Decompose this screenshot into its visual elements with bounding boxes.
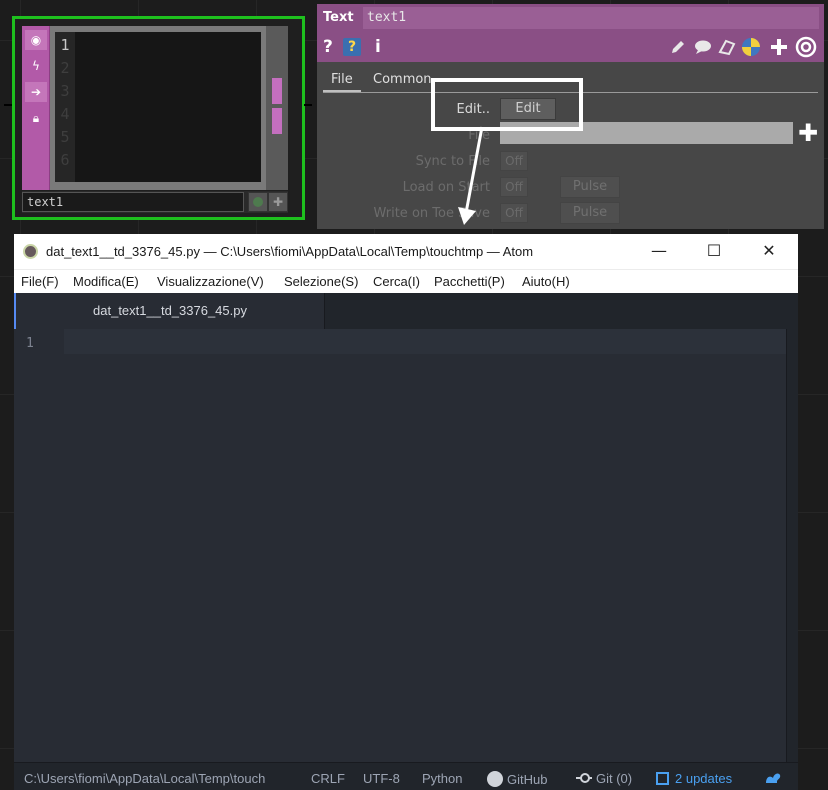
status-git[interactable]: Git (0) xyxy=(576,771,632,786)
window-title: dat_text1__td_3376_45.py — C:\Users\fiom… xyxy=(46,244,534,259)
tab-editor-file[interactable]: dat_text1__td_3376_45.py xyxy=(14,293,325,329)
status-updates[interactable]: 2 updates xyxy=(656,771,732,786)
node-line-number: 3 xyxy=(60,82,70,100)
status-bar: C:\Users\fiomi\AppData\Local\Temp\touch … xyxy=(14,762,798,790)
output-connector[interactable] xyxy=(272,108,282,134)
status-git-label: Git (0) xyxy=(596,771,633,786)
python-help-icon[interactable]: ? xyxy=(343,36,361,58)
status-grammar[interactable]: Python xyxy=(422,771,462,786)
status-dot-icon xyxy=(253,197,263,207)
node-line-number: 1 xyxy=(60,36,70,54)
menu-pacchetti[interactable]: Pacchetti(P) xyxy=(434,274,505,289)
load-pulse-button[interactable]: Pulse xyxy=(560,176,620,198)
node-name-label[interactable]: text1 xyxy=(22,192,244,212)
close-button[interactable]: ✕ xyxy=(754,240,784,262)
python-icon[interactable] xyxy=(741,36,761,58)
input-port[interactable] xyxy=(4,104,12,106)
node-viewer-active-button[interactable] xyxy=(248,192,268,212)
status-updates-label: 2 updates xyxy=(675,771,733,786)
help-icon[interactable]: ? xyxy=(323,36,333,58)
node-body: ◉ ϟ ➔ 🔒︎ 1 2 3 4 5 6 xyxy=(22,26,288,190)
atom-window: dat_text1__td_3376_45.py — C:\Users\fiom… xyxy=(14,234,798,790)
annotation-highlight-box xyxy=(431,78,583,131)
editor-scrollbar[interactable] xyxy=(786,329,798,762)
maximize-button[interactable]: ☐ xyxy=(699,240,729,262)
pencil-icon[interactable] xyxy=(669,36,687,58)
tab-common[interactable]: Common xyxy=(365,68,440,92)
write-pulse-button[interactable]: Pulse xyxy=(560,202,620,224)
node-expand-button[interactable]: ✚ xyxy=(268,192,288,212)
atom-logo-icon xyxy=(23,244,38,259)
editor-tabbar: dat_text1__td_3376_45.py xyxy=(14,293,798,329)
status-file-path[interactable]: C:\Users\fiomi\AppData\Local\Temp\touch xyxy=(24,771,265,786)
sync-to-file-toggle[interactable]: Off xyxy=(500,151,528,171)
node-text-viewer: 1 2 3 4 5 6 xyxy=(55,32,261,182)
lock-flag-icon[interactable]: 🔒︎ xyxy=(25,108,47,128)
status-encoding[interactable]: UTF-8 xyxy=(363,771,400,786)
node-footer: text1 ✚ xyxy=(22,191,288,213)
minimize-button[interactable]: — xyxy=(644,240,674,262)
menu-file[interactable]: File(F) xyxy=(21,274,59,289)
annotation-arrow-icon xyxy=(458,126,484,225)
node-line-gutter: 1 2 3 4 5 6 xyxy=(55,32,75,182)
github-icon xyxy=(487,771,503,787)
text-dat-node[interactable]: ◉ ϟ ➔ 🔒︎ 1 2 3 4 5 6 text1 ✚ xyxy=(12,16,305,220)
menu-cerca[interactable]: Cerca(I) xyxy=(373,274,420,289)
load-on-start-toggle[interactable]: Off xyxy=(500,177,528,197)
node-scrollbar[interactable] xyxy=(266,26,288,190)
plus-icon: ✚ xyxy=(272,195,284,209)
info-icon[interactable]: i xyxy=(375,36,381,58)
write-on-toe-save-toggle[interactable]: Off xyxy=(500,203,528,223)
code-editor[interactable]: 1 xyxy=(14,329,798,762)
file-browse-button[interactable]: ✚ xyxy=(798,119,819,147)
git-commit-icon xyxy=(576,773,592,783)
plus-icon: ✚ xyxy=(798,119,819,147)
node-line-number: 4 xyxy=(60,105,70,123)
node-line-number: 5 xyxy=(60,128,70,146)
menu-selezione[interactable]: Selezione(S) xyxy=(284,274,358,289)
operator-type-label: Text xyxy=(323,10,354,25)
comment-icon[interactable] xyxy=(693,36,713,58)
menu-modifica[interactable]: Modifica(E) xyxy=(73,274,139,289)
tab-file[interactable]: File xyxy=(323,68,361,92)
output-connector[interactable] xyxy=(272,78,282,104)
cursor-line-highlight xyxy=(64,329,786,354)
status-github[interactable]: GitHub xyxy=(487,771,547,787)
squirrel-icon[interactable] xyxy=(764,769,782,785)
parameter-header: Text text1 ? ? i xyxy=(317,4,824,62)
operator-name-field[interactable]: text1 xyxy=(363,7,819,29)
output-port[interactable] xyxy=(304,104,312,106)
node-line-number: 6 xyxy=(60,151,70,169)
add-icon[interactable] xyxy=(769,36,789,58)
display-flag-icon[interactable]: ➔ xyxy=(25,82,47,102)
menu-visualizzazione[interactable]: Visualizzazione(V) xyxy=(157,274,264,289)
atom-menubar: File(F) Modifica(E) Visualizzazione(V) S… xyxy=(14,269,798,293)
menu-aiuto[interactable]: Aiuto(H) xyxy=(522,274,570,289)
node-flag-strip: ◉ ϟ ➔ 🔒︎ xyxy=(22,26,50,190)
package-icon xyxy=(656,772,669,785)
status-github-label: GitHub xyxy=(507,772,548,787)
target-icon[interactable] xyxy=(795,36,817,58)
node-line-number: 2 xyxy=(60,59,70,77)
bypass-flag-icon[interactable]: ϟ xyxy=(25,56,47,76)
editor-line-number: 1 xyxy=(26,336,34,351)
status-line-ending[interactable]: CRLF xyxy=(311,771,345,786)
viewer-flag-icon[interactable]: ◉ xyxy=(25,30,47,50)
atom-titlebar[interactable]: dat_text1__td_3376_45.py — C:\Users\fiom… xyxy=(14,234,798,269)
clone-icon[interactable] xyxy=(717,36,737,58)
